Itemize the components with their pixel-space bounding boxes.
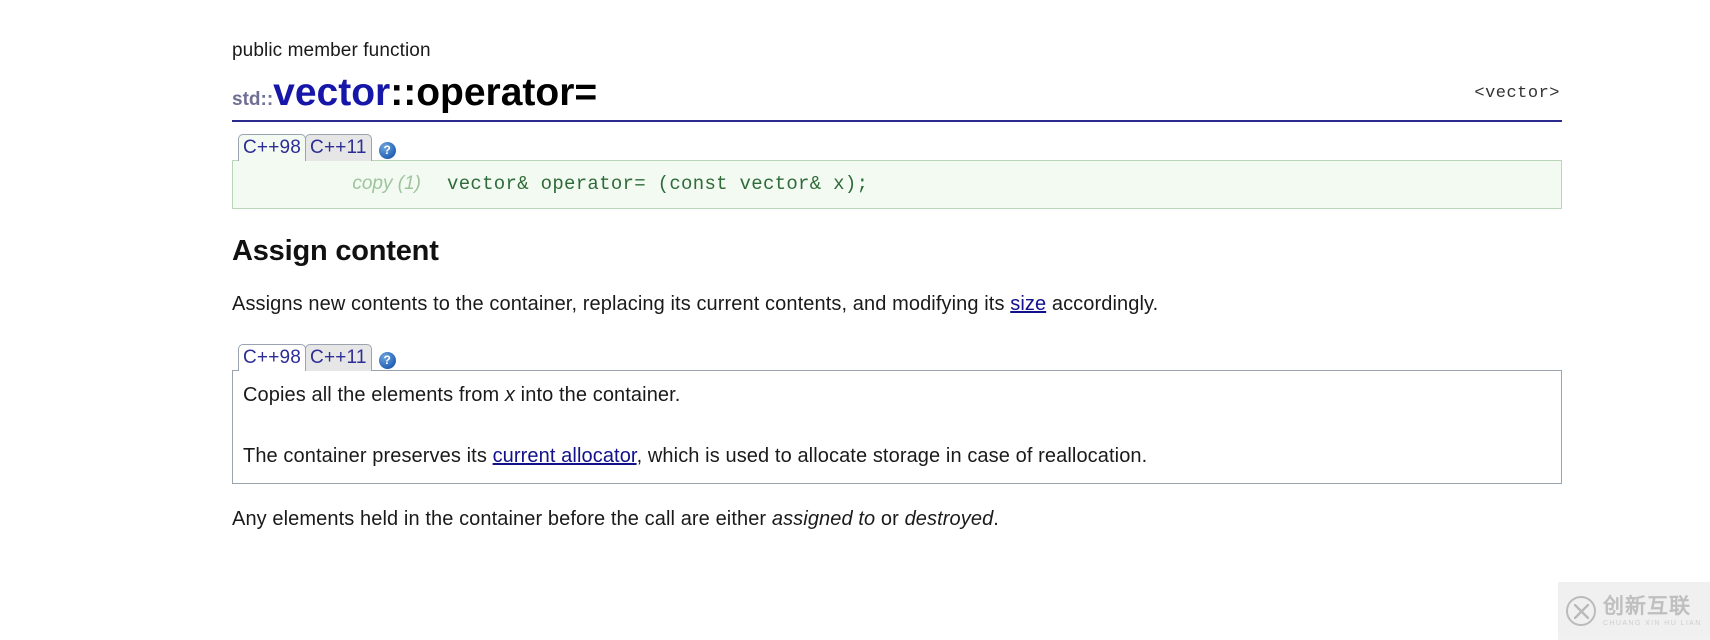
watermark: 创新互联 CHUANG XIN HU LIAN <box>1558 582 1710 640</box>
footer-text-b: or <box>875 507 905 530</box>
page-title-row: std::vector::operator= <vector> <box>232 70 1562 122</box>
detail-tab-widget: C++98 C++11 ? Copies all the elements fr… <box>232 343 1562 484</box>
detail-p1-text-a: Copies all the elements from <box>243 383 505 406</box>
signature-code: vector& operator= (const vector& x); <box>447 172 869 195</box>
tab-cpp98-signature[interactable]: C++98 <box>238 133 307 161</box>
description-text-before: Assigns new contents to the container, r… <box>232 292 1011 315</box>
title-member: operator= <box>416 70 598 114</box>
signature-panel: copy (1) vector& operator= (const vector… <box>232 159 1562 209</box>
question-mark-icon-signature[interactable]: ? <box>378 141 396 159</box>
footer-emphasis-assigned-to: assigned to <box>771 507 876 530</box>
footer-emphasis-destroyed: destroyed <box>904 507 994 530</box>
detail-paragraph-1: Copies all the elements from x into the … <box>243 382 1551 409</box>
detail-p2-text-b: , which is used to allocate storage in c… <box>636 444 1148 467</box>
detail-p1-text-b: into the container. <box>515 383 681 406</box>
detail-panel-body: Copies all the elements from x into the … <box>233 371 1561 483</box>
section-description: Assigns new contents to the container, r… <box>232 291 1562 318</box>
detail-p1-emphasis: x <box>504 383 516 406</box>
footer-text-a: Any elements held in the container befor… <box>232 507 772 530</box>
signature-tab-widget: C++98 C++11 ? copy (1) vector& operator=… <box>232 133 1562 209</box>
title-class: vector <box>273 70 391 114</box>
link-current-allocator[interactable]: current allocator <box>493 445 637 467</box>
detail-panel: Copies all the elements from x into the … <box>232 369 1562 484</box>
signature-variant-label: copy (1) <box>352 172 421 194</box>
question-mark-icon-detail[interactable]: ? <box>378 351 396 369</box>
watermark-cn-label: 创新互联 <box>1603 594 1691 618</box>
description-text-after: accordingly. <box>1046 292 1159 315</box>
watermark-text: 创新互联 CHUANG XIN HU LIAN <box>1603 596 1702 627</box>
page-title: std::vector::operator= <box>232 70 1562 114</box>
detail-tabbar: C++98 C++11 ? <box>232 343 1562 371</box>
signature-tabbar: C++98 C++11 ? <box>232 133 1562 161</box>
section-heading: Assign content <box>232 234 439 267</box>
tab-cpp11-signature[interactable]: C++11 <box>305 133 372 161</box>
tab-cpp11-detail[interactable]: C++11 <box>305 343 372 371</box>
watermark-logo-icon <box>1566 596 1596 626</box>
header-file-label: <vector> <box>1474 83 1560 103</box>
signature-row: copy (1) vector& operator= (const vector… <box>233 161 1561 208</box>
detail-p2-text-a: The container preserves its <box>243 444 493 467</box>
tab-cpp98-detail[interactable]: C++98 <box>238 343 307 371</box>
page-root: public member function std::vector::oper… <box>0 0 1710 640</box>
link-size[interactable]: size <box>1010 293 1046 315</box>
page-kind-label: public member function <box>232 40 431 61</box>
watermark-pinyin-label: CHUANG XIN HU LIAN <box>1603 619 1702 627</box>
detail-paragraph-2: The container preserves its current allo… <box>243 443 1551 470</box>
article-content: public member function std::vector::oper… <box>232 40 1562 533</box>
title-namespace: std:: <box>232 88 274 110</box>
title-separator: :: <box>390 70 417 114</box>
footer-text-c: . <box>993 507 999 530</box>
footer-note: Any elements held in the container befor… <box>232 506 1562 533</box>
